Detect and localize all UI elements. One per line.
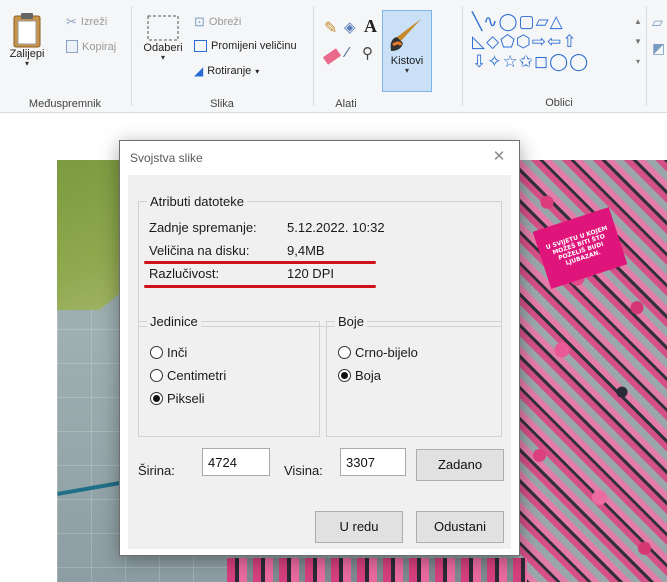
scissors-icon: ✂ [66, 14, 77, 29]
radio-circle[interactable] [150, 346, 163, 359]
highlight-underline [144, 261, 376, 264]
resolution-value: 120 DPI [287, 266, 334, 281]
clipboard-icon [13, 13, 41, 48]
modified-value: 5.12.2022. 10:32 [287, 220, 385, 235]
image-group-label: Slika [210, 98, 234, 110]
rotate-label: Rotiranje [207, 65, 252, 77]
select-button[interactable]: Odaberi ▾ [138, 14, 188, 62]
shapes-row[interactable]: ◺◇⬠⬡⇨⇦⇧ [472, 32, 632, 52]
color-picker-icon[interactable]: ⁄ [346, 44, 349, 61]
clipboard-group: Zalijepi ▾ ✂ Izreži Kopiraj Međuspremnik [0, 0, 130, 113]
resize-button[interactable]: Promijeni veličinu [194, 40, 297, 52]
width-field[interactable] [202, 448, 270, 476]
height-label: Visina: [284, 463, 323, 478]
radio-circle[interactable] [150, 369, 163, 382]
crop-label: Obreži [208, 16, 242, 28]
text-tool-icon[interactable]: A [364, 16, 377, 37]
close-icon[interactable]: ✕ [486, 147, 512, 169]
cut-button[interactable]: ✂ Izreži [66, 14, 107, 30]
tools-group: ✎ ◈ A ⁄ ⚲ Alati [314, 0, 378, 113]
ok-button[interactable]: U redu [315, 511, 403, 543]
resize-label: Promijeni veličinu [211, 40, 297, 52]
shapes-scrollbar[interactable]: ▲ ▼ ▾ [633, 12, 643, 74]
magnifier-icon[interactable]: ⚲ [362, 44, 373, 62]
clipboard-group-label: Međuspremnik [28, 98, 102, 110]
colors-radio-color[interactable]: Boja [338, 368, 381, 383]
cut-label: Izreži [80, 16, 108, 28]
colors-option-label: Crno-bijelo [355, 345, 418, 360]
dialog-title: Svojstva slike [130, 151, 203, 165]
crowd-bottom [227, 558, 527, 582]
radio-circle[interactable] [338, 346, 351, 359]
chevron-down-icon[interactable]: ▾ [4, 60, 50, 68]
shapes-row[interactable]: ⇩✧☆✩◻◯◯ [472, 52, 632, 72]
units-radio-pixels[interactable]: Pikseli [150, 391, 205, 406]
copy-button[interactable]: Kopiraj [66, 40, 116, 53]
brushes-button[interactable]: Kistovi ▾ [382, 10, 432, 92]
chevron-up-icon[interactable]: ▲ [633, 12, 643, 32]
fill-bucket-icon[interactable]: ◈ [344, 18, 356, 36]
size-label: Veličina na disku: [149, 243, 250, 258]
paste-button[interactable]: Zalijepi ▾ [4, 12, 50, 68]
expand-icon[interactable]: ▾ [633, 52, 643, 72]
chevron-down-icon: ▾ [255, 66, 260, 76]
colors-legend: Boje [335, 314, 368, 329]
units-radio-centimeters[interactable]: Centimetri [150, 368, 226, 383]
units-radio-inches[interactable]: Inči [150, 345, 187, 360]
colors-radio-bw[interactable]: Crno-bijelo [338, 345, 418, 360]
image-properties-dialog: Svojstva slike ✕ Atributi datoteke Zadnj… [119, 140, 520, 556]
file-attributes-legend: Atributi datoteke [147, 194, 247, 209]
cancel-button[interactable]: Odustani [416, 511, 504, 543]
units-option-label: Pikseli [167, 391, 205, 406]
resolution-label: Razlučivost: [149, 266, 220, 281]
divider [462, 6, 463, 106]
crop-button[interactable]: ⊡ Obreži [194, 14, 241, 30]
rotate-icon: ◢ [194, 64, 204, 78]
highlight-underline [144, 285, 376, 288]
modified-label: Zadnje spremanje: [149, 220, 257, 235]
crop-icon: ⊡ [194, 14, 205, 29]
chevron-down-icon: ▾ [404, 66, 409, 75]
units-legend: Jedinice [147, 314, 201, 329]
radio-circle-selected[interactable] [338, 369, 351, 382]
brush-icon [390, 19, 421, 51]
rotate-button[interactable]: ◢ Rotiranje ▾ [194, 64, 259, 78]
ribbon: Zalijepi ▾ ✂ Izreži Kopiraj Međuspremnik… [0, 0, 667, 113]
chevron-down-icon[interactable]: ▼ [633, 32, 643, 52]
default-button[interactable]: Zadano [416, 449, 504, 481]
shapes-gallery[interactable]: ╲∿◯▢▱△ ◺◇⬠⬡⇨⇦⇧ ⇩✧☆✩◻◯◯ [472, 12, 632, 72]
height-field[interactable] [340, 448, 406, 476]
shapes-group-label: Oblici [545, 97, 573, 109]
fill-icon[interactable]: ◩ [652, 40, 665, 57]
width-label: Širina: [138, 463, 175, 478]
pencil-icon[interactable]: ✎ [324, 18, 337, 38]
tools-group-label: Alati [335, 98, 357, 110]
radio-circle-selected[interactable] [150, 392, 163, 405]
units-option-label: Centimetri [167, 368, 227, 383]
selection-rectangle-icon [147, 15, 179, 41]
dialog-body: Atributi datoteke Zadnje spremanje: 5.12… [128, 175, 511, 549]
size-value: 9,4MB [287, 243, 325, 258]
copy-label: Kopiraj [82, 40, 117, 53]
eraser-icon[interactable] [322, 48, 342, 65]
image-group: Odaberi ▾ ⊡ Obreži Promijeni veličinu ◢ … [132, 0, 312, 113]
divider [646, 6, 647, 106]
resize-icon [194, 40, 207, 52]
units-option-label: Inči [167, 345, 188, 360]
copy-icon [66, 40, 78, 53]
chevron-down-icon[interactable]: ▾ [138, 54, 188, 62]
shapes-row[interactable]: ╲∿◯▢▱△ [472, 12, 632, 32]
colors-option-label: Boja [355, 368, 382, 383]
outline-icon[interactable]: ▱ [652, 14, 663, 31]
